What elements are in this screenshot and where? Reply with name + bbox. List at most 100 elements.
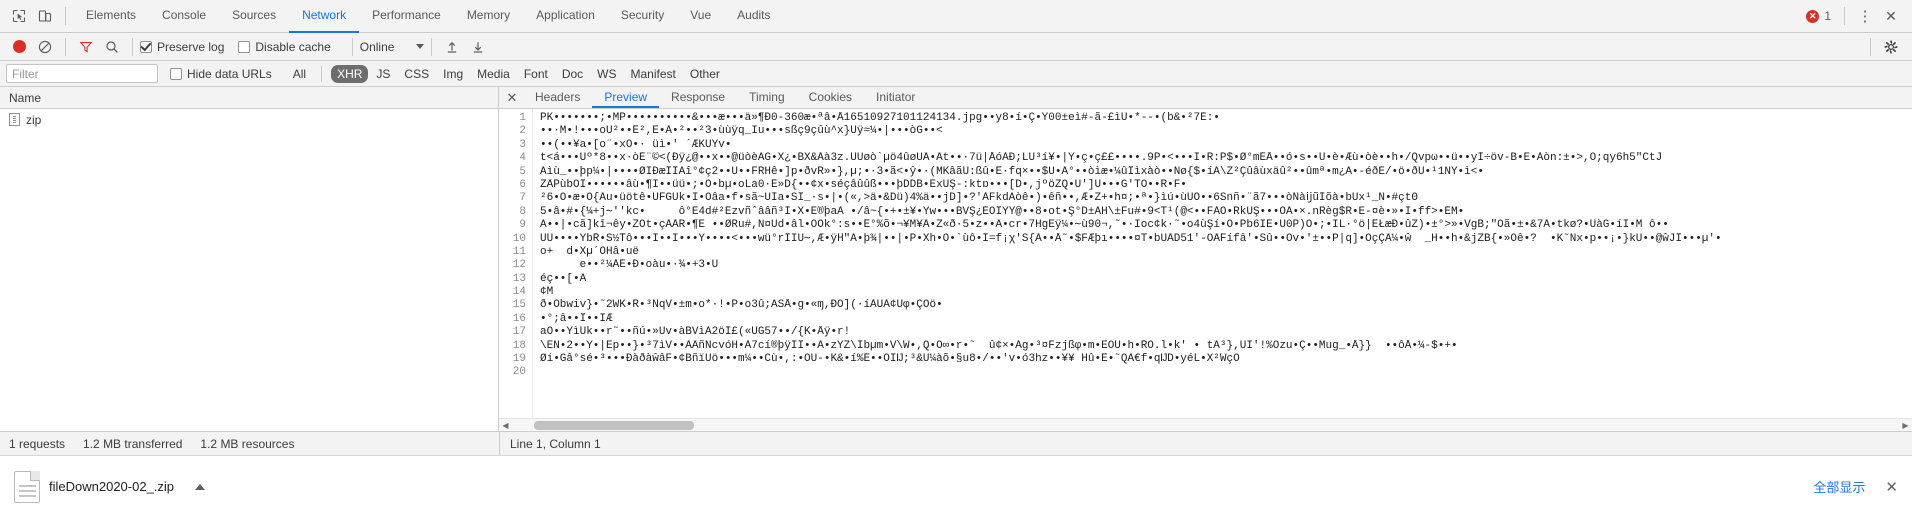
filter-type-manifest-label: Manifest <box>630 66 676 81</box>
filter-type-xhr[interactable]: XHR <box>331 64 369 83</box>
horizontal-scrollbar[interactable]: ◀ ▶ <box>499 418 1912 431</box>
record-dot-icon <box>12 40 26 53</box>
requests-pane: Name zip <box>0 87 499 431</box>
status-summary: 1 requests 1.2 MB transferred 1.2 MB res… <box>0 437 499 451</box>
scroll-left-icon[interactable]: ◀ <box>499 421 512 430</box>
controlbar-right <box>1863 34 1912 60</box>
download-item-menu[interactable] <box>195 483 206 490</box>
tab-cookies-label: Cookies <box>808 89 853 104</box>
line-number: 18 <box>512 339 526 352</box>
tab-timing[interactable]: Timing <box>737 87 797 108</box>
tab-performance[interactable]: Performance <box>359 0 454 33</box>
filter-type-js-label: JS <box>376 66 391 81</box>
line-number: 9 <box>519 219 526 232</box>
error-count-label: 1 <box>1824 9 1831 23</box>
preserve-log-checkbox[interactable]: Preserve log <box>140 40 224 54</box>
close-shelf-icon[interactable]: ✕ <box>1885 478 1898 496</box>
clear-button[interactable] <box>32 34 58 60</box>
tab-application[interactable]: Application <box>523 0 608 33</box>
gear-icon[interactable] <box>1878 34 1904 60</box>
tab-response-label: Response <box>671 89 726 104</box>
search-icon[interactable] <box>99 34 125 60</box>
tab-response[interactable]: Response <box>659 87 737 108</box>
filter-type-xhr-label: XHR <box>337 66 363 81</box>
tab-console[interactable]: Console <box>149 0 219 33</box>
line-number: 4 <box>519 152 526 165</box>
preview-content[interactable]: 1 2 3 4 5 6 7 8 9 10 11 12 13 14 15 16 17 18 19 20 PK••••••… <box>499 109 1912 418</box>
transferred-size-label: 1.2 MB transferred <box>83 436 183 451</box>
filter-type-media[interactable]: Media <box>471 65 516 83</box>
tab-initiator[interactable]: Initiator <box>864 87 927 108</box>
record-button[interactable] <box>6 34 32 60</box>
requests-list[interactable]: zip <box>0 109 498 431</box>
scrollbar-thumb[interactable] <box>534 420 694 430</box>
line-number: 2 <box>519 125 526 138</box>
filter-type-font[interactable]: Font <box>518 65 554 83</box>
line-number: 7 <box>519 192 526 205</box>
controlbar-divider-5 <box>1870 37 1871 56</box>
filter-toggle-icon[interactable] <box>73 34 99 60</box>
export-har-icon[interactable] <box>465 34 491 60</box>
tab-network[interactable]: Network <box>289 0 360 33</box>
more-options-icon[interactable]: ⋮ <box>1852 3 1878 29</box>
binary-preview-text[interactable]: PK•••••••;•MP••••••••••&•••æ•••ä»¶Ð0-360… <box>533 109 1912 418</box>
controlbar-divider-3 <box>351 37 353 56</box>
zip-download-icon <box>14 470 40 503</box>
controlbar-divider-1 <box>65 37 66 56</box>
tab-elements[interactable]: Elements <box>73 0 149 33</box>
error-icon: ✕ <box>1806 9 1820 23</box>
filter-input[interactable] <box>6 64 158 83</box>
tab-vue[interactable]: Vue <box>677 0 724 33</box>
filter-type-css[interactable]: CSS <box>398 65 435 83</box>
filter-type-manifest[interactable]: Manifest <box>625 65 682 83</box>
tab-cookies[interactable]: Cookies <box>797 87 864 108</box>
show-all-downloads-link[interactable]: 全部显示 <box>1813 477 1865 496</box>
download-item[interactable]: fileDown2020-02_.zip <box>14 470 206 503</box>
tab-elements-label: Elements <box>86 8 137 22</box>
scroll-right-icon[interactable]: ▶ <box>1899 421 1912 430</box>
download-shelf: fileDown2020-02_.zip 全部显示 ✕ <box>0 455 1912 517</box>
disable-cache-checkbox[interactable]: Disable cache <box>238 40 331 54</box>
import-har-icon[interactable] <box>439 34 465 60</box>
shelf-right-controls: 全部显示 ✕ <box>1813 477 1898 496</box>
line-number: 17 <box>512 326 526 339</box>
filter-type-doc[interactable]: Doc <box>556 65 589 83</box>
tab-memory[interactable]: Memory <box>454 0 523 33</box>
line-number-gutter: 1 2 3 4 5 6 7 8 9 10 11 12 13 14 15 16 17 18 19 20 <box>499 109 533 418</box>
code-line: ZÂPùbÔÎ••••••âù•¶I••üü•;•Õ•bµ•oLa0·Ê»D{•… <box>540 178 1187 191</box>
request-name-label: zip <box>26 112 42 127</box>
code-line: ÛÚ••••YbŘ•S½Ťô•••Ï••I•••Y••••<•••wü°rÎĪÛ… <box>540 232 1722 245</box>
tab-sources[interactable]: Sources <box>219 0 289 33</box>
inspect-element-icon[interactable] <box>6 3 32 29</box>
tab-headers[interactable]: Headers <box>523 87 592 108</box>
hide-data-urls-checkbox[interactable]: Hide data URLs <box>170 67 272 81</box>
filter-type-all[interactable]: All <box>287 65 312 83</box>
requests-column-header[interactable]: Name <box>0 87 498 109</box>
filter-type-ws[interactable]: WS <box>591 65 622 83</box>
close-detail-icon[interactable]: ✕ <box>501 87 523 108</box>
tab-preview[interactable]: Preview <box>592 87 660 108</box>
tab-security[interactable]: Security <box>608 0 677 33</box>
filter-type-img-label: Img <box>443 66 464 81</box>
scrollbar-track[interactable] <box>512 419 1899 432</box>
detail-tabbar: ✕ Headers Preview Response Timing Cookie… <box>499 87 1912 109</box>
table-row[interactable]: zip <box>0 109 498 130</box>
tab-audits[interactable]: Audits <box>724 0 783 33</box>
panel-tabs: Elements Console Sources Network Perform… <box>73 0 784 33</box>
device-toolbar-icon[interactable] <box>32 3 58 29</box>
close-devtools-icon[interactable]: ✕ <box>1878 3 1904 29</box>
filter-type-other[interactable]: Other <box>684 65 726 83</box>
line-number: 10 <box>512 232 526 245</box>
error-count-badge[interactable]: ✕ 1 <box>1806 9 1831 23</box>
tab-headers-label: Headers <box>535 89 581 104</box>
code-line: Ãìù_••þp¼•|••••ØIÐæÎÎÄî°¢ç2••Û••FRHê•]p•… <box>540 165 1484 178</box>
code-line: ¢M <box>540 286 554 299</box>
throttling-dropdown[interactable]: Online <box>360 40 425 54</box>
column-header-name: Name <box>9 90 42 105</box>
line-number: 11 <box>512 245 526 258</box>
tab-console-label: Console <box>162 8 207 22</box>
filter-type-js[interactable]: JS <box>370 65 396 83</box>
preserve-log-box-icon <box>140 40 152 53</box>
filter-type-img[interactable]: Img <box>437 65 469 83</box>
line-number: 12 <box>512 259 526 272</box>
